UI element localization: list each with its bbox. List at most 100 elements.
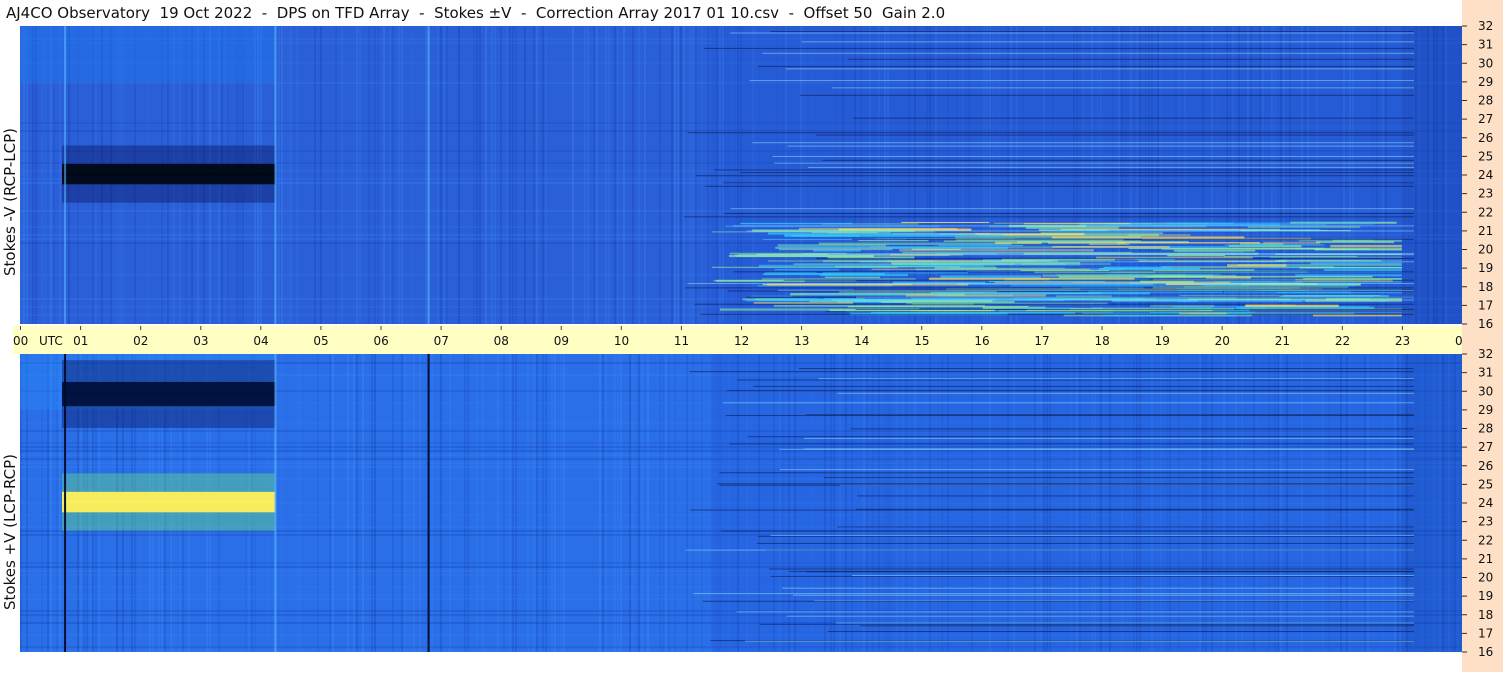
time-tick-label: 18 — [1095, 334, 1110, 348]
rfi-line — [774, 162, 1414, 164]
texture-column — [401, 26, 403, 324]
freq-tick-label: 29 — [1478, 75, 1493, 89]
rfi-line — [851, 575, 1414, 577]
texture-column — [692, 26, 694, 324]
freq-tick-label: 25 — [1478, 477, 1493, 491]
freq-tick-label: 17 — [1478, 626, 1493, 640]
time-tick-label: 16 — [974, 334, 989, 348]
freq-tick-label: 23 — [1478, 515, 1493, 529]
vertical-line — [64, 26, 67, 324]
streak — [1025, 226, 1119, 229]
time-tick-label: 10 — [614, 334, 629, 348]
time-tick — [861, 326, 863, 330]
texture-column — [446, 26, 448, 324]
streak — [773, 304, 986, 307]
rfi-line — [693, 593, 1414, 595]
time-tick — [320, 326, 322, 330]
top-panel-ylabel: Stokes -V (RCP-LCP) — [1, 128, 19, 276]
freq-tick — [1462, 465, 1467, 467]
streak — [711, 266, 898, 268]
streak — [1056, 274, 1186, 277]
time-tick — [1101, 326, 1103, 330]
streak — [753, 301, 853, 304]
freq-tick — [1462, 267, 1467, 269]
texture-column — [680, 26, 682, 324]
freq-tick — [1462, 390, 1467, 392]
streak — [871, 268, 1091, 270]
time-tick-label: 07 — [434, 334, 449, 348]
time-tick-label: 17 — [1034, 334, 1049, 348]
texture-column — [683, 26, 685, 324]
streak — [1299, 267, 1402, 269]
freq-tick-label: 17 — [1478, 298, 1493, 312]
feature-1 — [62, 360, 276, 428]
rfi-line — [700, 313, 1414, 315]
time-tick — [500, 326, 502, 330]
freq-tick — [1462, 155, 1467, 157]
spectrogram-top — [20, 26, 1462, 324]
freq-tick-label: 32 — [1478, 347, 1493, 361]
texture-column — [572, 26, 574, 324]
region-upper — [20, 26, 276, 82]
texture-column — [392, 26, 394, 324]
texture-column — [374, 26, 376, 324]
freq-tick-label: 25 — [1478, 149, 1493, 163]
streak — [1051, 236, 1245, 239]
time-tick — [921, 326, 923, 330]
rfi-line — [762, 52, 1414, 54]
rfi-line — [687, 283, 1414, 285]
streak — [1324, 268, 1402, 271]
rfi-line — [738, 254, 1414, 256]
time-tick — [80, 326, 82, 330]
streak — [1128, 247, 1325, 249]
rfi-line — [856, 508, 1414, 510]
freq-tick-label: 32 — [1478, 19, 1493, 33]
rfi-line — [859, 261, 1414, 263]
rfi-line — [860, 625, 1414, 627]
streak — [938, 244, 1024, 247]
spectrogram-bottom — [20, 354, 1462, 652]
spectrogram-top-svg — [20, 26, 1462, 324]
feature-0 — [62, 145, 276, 203]
freq-tick — [1462, 372, 1467, 374]
rfi-line — [803, 253, 1414, 255]
streak — [901, 221, 990, 224]
freq-tick — [1462, 44, 1467, 46]
texture-column — [614, 26, 616, 324]
utc-time-axis: 00 UTC 01 02 03 04 05 06 07 08 09 10 11 12 13 14 15 16 17 1… — [13, 326, 1462, 354]
rfi-line — [837, 526, 1414, 528]
rfi-line — [721, 530, 1414, 532]
streak — [1330, 244, 1402, 248]
rfi-line — [752, 142, 1414, 144]
streak — [1269, 256, 1402, 259]
streak — [820, 273, 908, 277]
rfi-line — [719, 484, 1414, 486]
streak — [1179, 294, 1381, 297]
freq-tick-label: 21 — [1478, 552, 1493, 566]
rfi-line — [757, 542, 1414, 544]
texture-column — [458, 26, 460, 324]
time-tick-label: 14 — [854, 334, 869, 348]
texture-column — [389, 26, 391, 324]
streak — [1166, 222, 1375, 225]
rfi-line — [747, 436, 1414, 438]
freq-tick — [1462, 632, 1467, 634]
texture-column — [443, 26, 445, 324]
vertical-line — [427, 26, 430, 324]
texture-column — [506, 26, 508, 324]
streak — [777, 244, 886, 247]
freq-tick-label: 23 — [1478, 187, 1493, 201]
rfi-line — [746, 230, 1414, 232]
rfi-line — [847, 58, 1414, 60]
freq-tick-label: 21 — [1478, 224, 1493, 238]
texture-column — [314, 26, 316, 324]
feature-0 — [62, 473, 276, 531]
time-tick — [1401, 326, 1403, 330]
freq-tick-label: 24 — [1478, 168, 1493, 182]
texture-column — [512, 26, 514, 324]
streak — [761, 278, 916, 280]
streak — [740, 222, 853, 225]
region-late — [1401, 354, 1462, 652]
texture-column — [701, 26, 703, 324]
streak — [899, 249, 1094, 252]
